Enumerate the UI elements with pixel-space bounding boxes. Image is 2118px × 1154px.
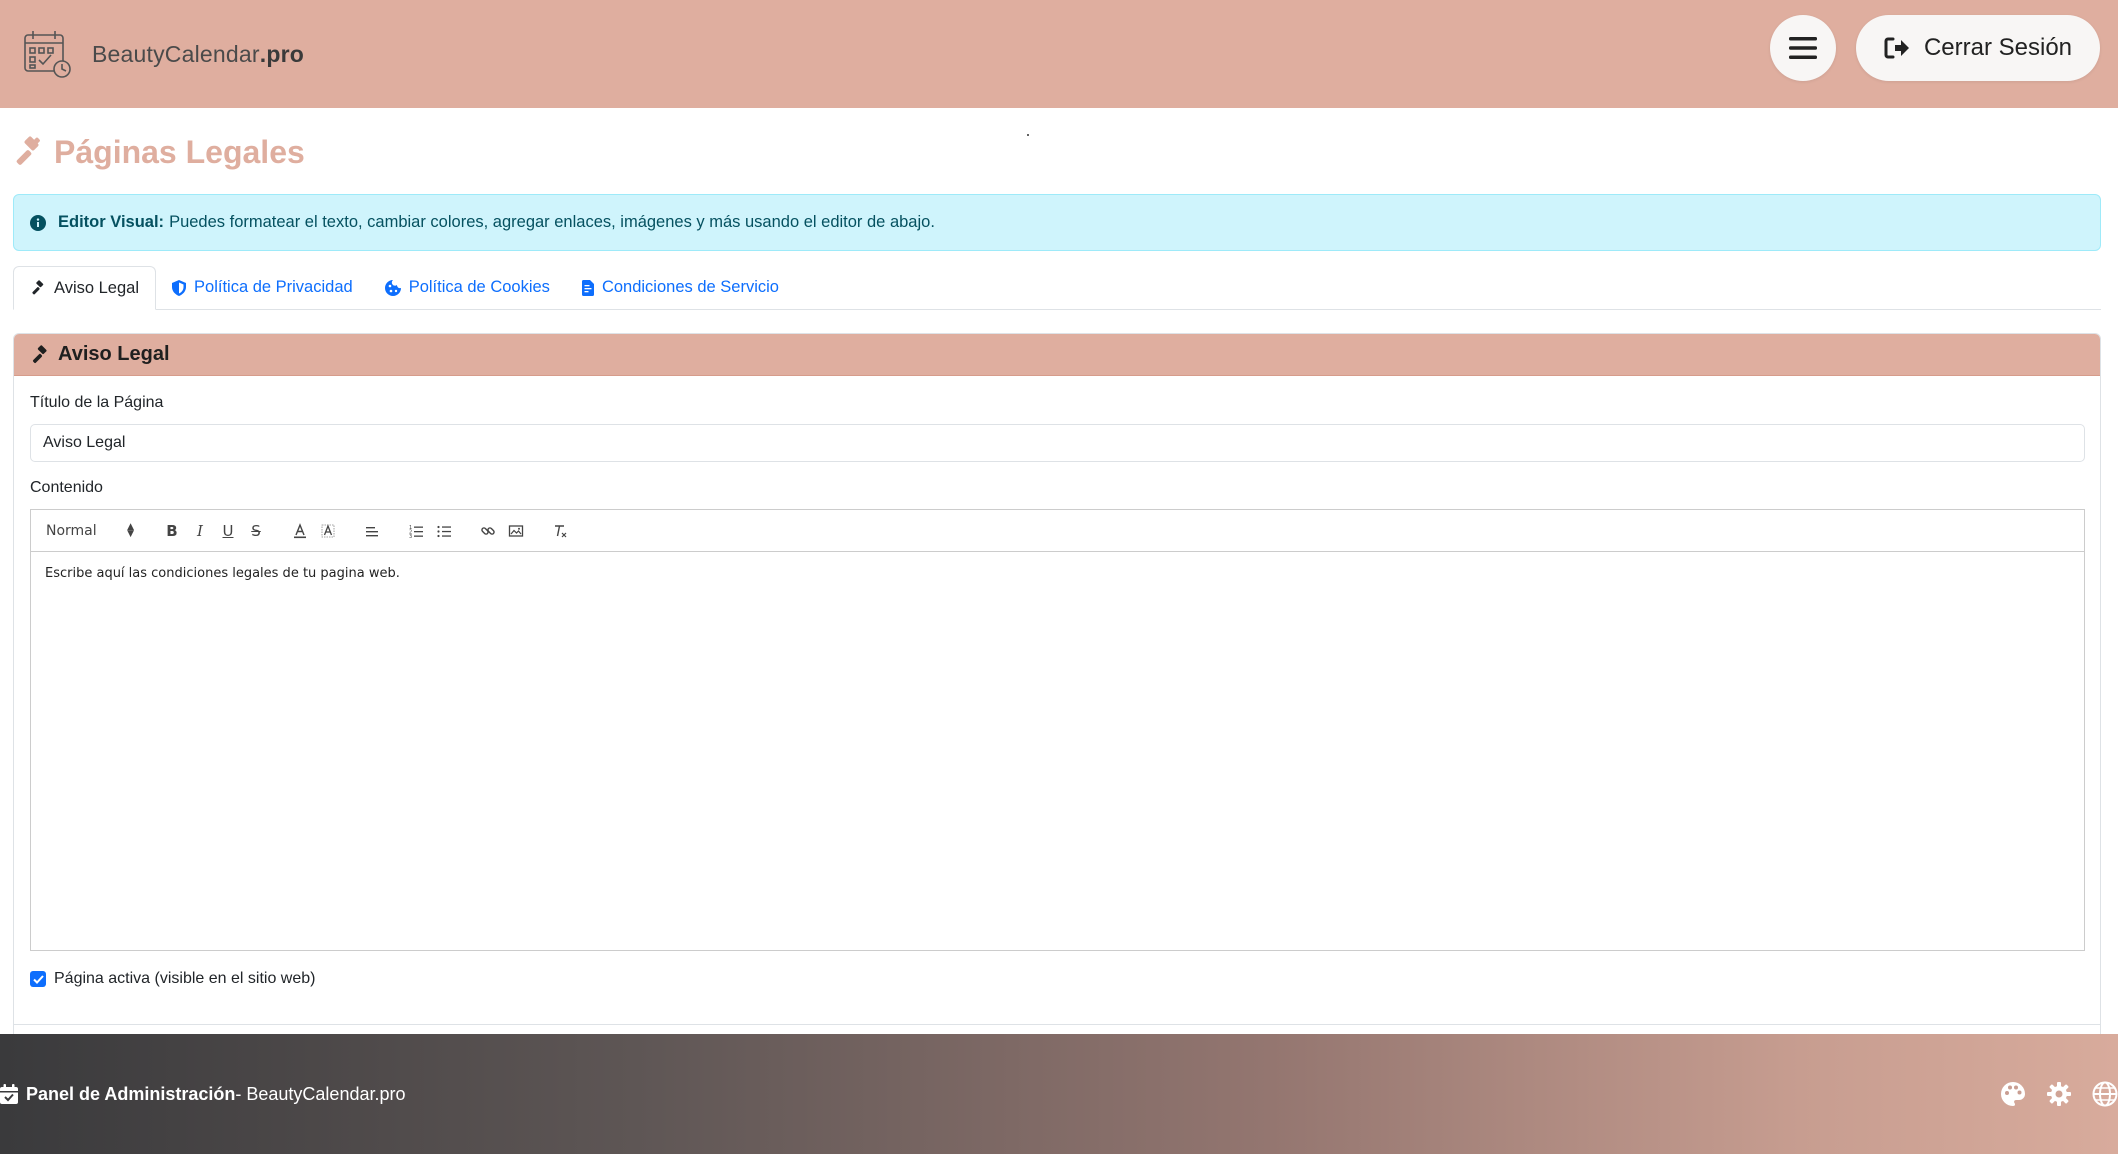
legal-tabs: Aviso Legal Política de Privacidad Polít…	[13, 266, 2101, 310]
strike-button[interactable]: S	[242, 519, 270, 543]
rich-text-editor: Normal ▲ ▼ B I U S 1 2 3 Escribe aquí la…	[30, 509, 2085, 951]
bullet-list-icon	[437, 525, 451, 537]
underline-icon: U	[222, 521, 234, 540]
logout-button[interactable]: Cerrar Sesión	[1856, 15, 2100, 81]
italic-icon: I	[197, 521, 203, 540]
page-title: Páginas Legales	[12, 132, 305, 172]
image-icon	[508, 524, 524, 537]
shield-icon	[172, 279, 187, 296]
tab-politica-cookies[interactable]: Política de Cookies	[369, 266, 566, 309]
active-page-checkbox-row[interactable]: Página activa (visible en el sitio web)	[30, 970, 315, 988]
check-icon	[32, 974, 44, 984]
strike-icon: S	[251, 521, 261, 540]
file-contract-icon	[581, 279, 594, 296]
clear-format-icon	[555, 524, 567, 537]
card-footer-divider	[14, 1024, 2100, 1025]
editor-content[interactable]: Escribe aquí las condiciones legales de …	[31, 552, 2084, 595]
svg-text:3: 3	[409, 534, 412, 539]
text-color-button[interactable]	[286, 519, 314, 543]
palette-icon[interactable]	[2000, 1081, 2026, 1107]
calendar-check-icon	[0, 1084, 18, 1104]
top-navbar: BeautyCalendar.pro Cerrar Sesión	[0, 0, 2118, 108]
tab-aviso-legal[interactable]: Aviso Legal	[13, 266, 157, 310]
page-title-input[interactable]	[30, 424, 2085, 462]
highlight-icon	[321, 523, 335, 537]
link-button[interactable]	[474, 519, 502, 543]
alert-text: Puedes formatear el texto, cambiar color…	[169, 213, 935, 231]
logout-label: Cerrar Sesión	[1923, 34, 2073, 61]
bold-button[interactable]: B	[158, 519, 186, 543]
text-color-icon	[294, 522, 306, 538]
editor-paragraph: Escribe aquí las condiciones legales de …	[45, 566, 400, 581]
footer-icons	[1980, 1034, 2118, 1154]
info-circle-icon	[30, 214, 46, 231]
gavel-icon	[32, 280, 44, 295]
bullet-list-button[interactable]	[430, 519, 458, 543]
footer-title: Panel de Administración - BeautyCalendar…	[0, 1084, 406, 1105]
stray-dot	[1027, 134, 1029, 136]
ordered-list-button[interactable]: 1 2 3	[402, 519, 430, 543]
legal-page-card: Aviso Legal Título de la Página Contenid…	[13, 333, 2101, 1053]
globe-icon[interactable]	[2092, 1081, 2118, 1107]
gavel-icon	[16, 136, 40, 165]
calendar-logo-icon	[24, 31, 71, 78]
align-left-icon	[366, 526, 378, 536]
card-header: Aviso Legal	[14, 334, 2100, 376]
editor-toolbar: Normal ▲ ▼ B I U S 1 2 3	[31, 510, 2084, 552]
italic-button[interactable]: I	[186, 519, 214, 543]
select-arrows-icon: ▲ ▼	[127, 521, 134, 539]
info-alert: Editor Visual: Puedes formatear el texto…	[13, 194, 2101, 251]
gavel-icon	[32, 344, 47, 363]
underline-button[interactable]: U	[214, 519, 242, 543]
gear-icon[interactable]	[2046, 1081, 2072, 1107]
tab-politica-privacidad[interactable]: Política de Privacidad	[156, 266, 369, 309]
bold-icon: B	[166, 521, 178, 540]
brand[interactable]: BeautyCalendar.pro	[22, 28, 304, 80]
image-button[interactable]	[502, 519, 530, 543]
admin-footer: Panel de Administración - BeautyCalendar…	[0, 1034, 2118, 1154]
hamburger-icon	[1789, 37, 1817, 59]
active-label: Página activa (visible en el sitio web)	[54, 970, 316, 987]
title-label: Título de la Página	[30, 394, 164, 411]
tab-condiciones-servicio[interactable]: Condiciones de Servicio	[566, 266, 795, 309]
content-label: Contenido	[30, 479, 103, 496]
ordered-list-icon: 1 2 3	[409, 525, 423, 539]
background-color-button[interactable]	[314, 519, 342, 543]
clear-format-button[interactable]	[546, 519, 574, 543]
cookie-icon	[384, 279, 401, 296]
menu-button[interactable]	[1770, 15, 1836, 81]
format-select[interactable]: Normal ▲ ▼	[46, 521, 142, 539]
align-button[interactable]	[358, 519, 386, 543]
sign-out-icon	[1884, 37, 1909, 59]
brand-name: BeautyCalendar.pro	[92, 40, 304, 67]
alert-strong: Editor Visual:	[58, 213, 165, 231]
link-icon	[481, 526, 495, 535]
active-checkbox[interactable]	[30, 971, 46, 987]
